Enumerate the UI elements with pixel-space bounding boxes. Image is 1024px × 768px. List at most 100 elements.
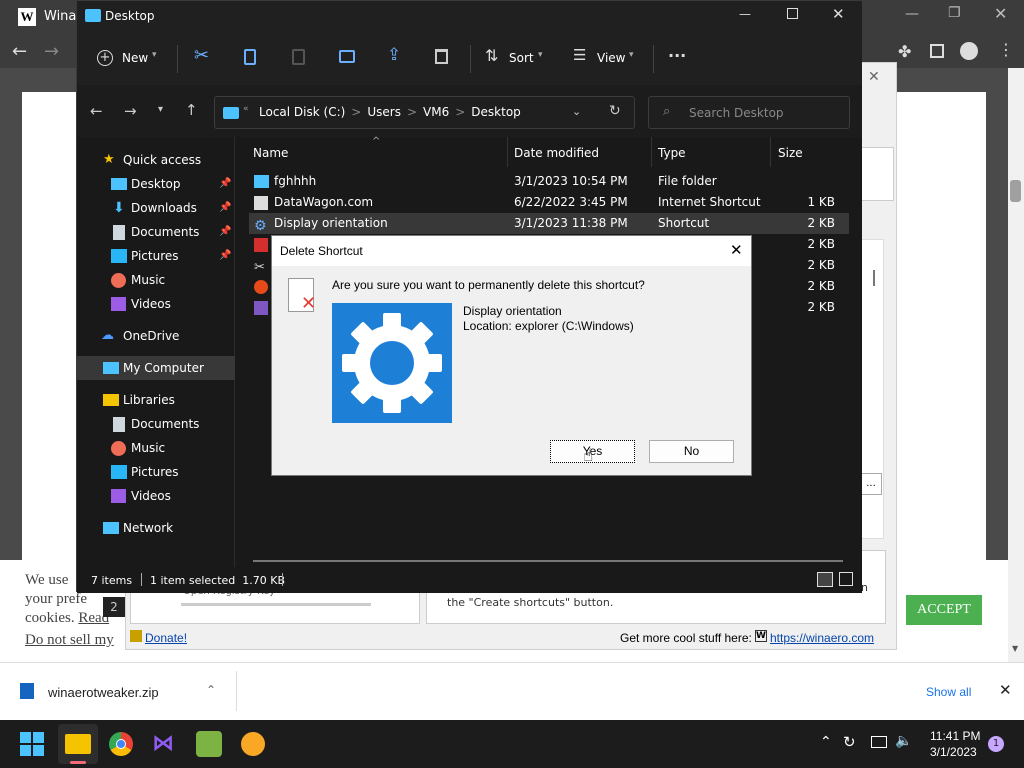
nav-lib-pictures[interactable]: Pictures [77, 460, 235, 484]
donate-link[interactable]: Donate! [145, 631, 187, 645]
no-button[interactable]: No [649, 440, 734, 463]
sidepanel-icon[interactable] [930, 44, 944, 58]
column-divider[interactable] [651, 137, 652, 167]
nav-item-documents[interactable]: Documents 📌 [77, 220, 235, 244]
crumb-vm6[interactable]: VM6 [423, 105, 449, 119]
nav-back-icon[interactable]: ← [90, 102, 103, 120]
display-icon[interactable] [871, 736, 887, 748]
nav-forward-icon[interactable]: → [124, 102, 137, 120]
nav-item-downloads[interactable]: ⬇ Downloads 📌 [77, 196, 235, 220]
do-not-sell-link[interactable]: Do not sell my [25, 632, 114, 649]
tweaker-browse-button[interactable]: ... [860, 473, 882, 495]
search-input[interactable]: Search Desktop [689, 106, 784, 120]
chrome-icon[interactable] [109, 732, 133, 756]
new-button[interactable]: New [122, 51, 148, 65]
nav-lib-music[interactable]: Music [77, 436, 235, 460]
pin-icon[interactable]: 📌 [219, 220, 231, 244]
winaero-link[interactable]: https://winaero.com [770, 631, 874, 645]
nav-lib-documents[interactable]: Documents [77, 412, 235, 436]
nav-my-computer[interactable]: My Computer [77, 356, 235, 380]
details-view-icon[interactable] [817, 572, 833, 587]
sync-icon[interactable]: ↻ [843, 733, 856, 751]
app-icon-2[interactable] [241, 732, 265, 756]
crumb-local-disk[interactable]: Local Disk (C:) [259, 105, 345, 119]
volume-icon[interactable]: 🔈 [895, 733, 912, 749]
column-size[interactable]: Size [778, 146, 803, 160]
tiles-view-icon[interactable] [839, 572, 853, 586]
sort-button[interactable]: Sort [509, 51, 534, 65]
downloads-close-icon[interactable]: ✕ [999, 681, 1012, 699]
column-divider[interactable] [770, 137, 771, 167]
profile-avatar-icon[interactable] [960, 42, 978, 60]
nav-onedrive[interactable]: ☁ OneDrive [77, 324, 235, 348]
horizontal-scrollbar[interactable] [253, 560, 843, 562]
rename-icon[interactable] [339, 50, 355, 63]
pin-icon[interactable]: 📌 [219, 172, 231, 196]
visual-studio-icon[interactable]: ⋈ [152, 732, 176, 756]
search-box[interactable]: ⌕ Search Desktop [648, 96, 850, 129]
dialog-close-icon[interactable]: ✕ [730, 241, 743, 259]
back-arrow-icon[interactable]: ← [12, 41, 27, 62]
cut-icon[interactable]: ✂ [194, 45, 209, 66]
nav-item-music[interactable]: Music [77, 268, 235, 292]
clock-date[interactable]: 3/1/2023 [930, 745, 977, 759]
more-options-icon[interactable]: ··· [668, 46, 686, 65]
nav-network[interactable]: Network [77, 516, 235, 540]
download-filename[interactable]: winaerotweaker.zip [48, 685, 159, 700]
minimize-icon[interactable]: — [739, 7, 751, 21]
app-icon[interactable] [196, 731, 222, 757]
crumb-desktop[interactable]: Desktop [471, 105, 521, 119]
address-bar[interactable]: « Local Disk (C:) > Users > VM6 > Desktop ⌄… [214, 96, 635, 129]
chrome-restore-icon[interactable]: ❐ [948, 5, 961, 21]
file-type: Internet Shortcut [658, 195, 761, 209]
forward-arrow-icon[interactable]: → [44, 41, 59, 62]
maximize-icon[interactable] [787, 8, 798, 19]
nav-libraries[interactable]: Libraries [77, 388, 235, 412]
refresh-icon[interactable]: ↻ [609, 103, 621, 119]
extensions-puzzle-icon[interactable]: ✤ [898, 42, 911, 61]
copy-icon[interactable] [244, 49, 256, 65]
delete-icon[interactable] [435, 49, 448, 64]
nav-item-desktop[interactable]: Desktop 📌 [77, 172, 235, 196]
tweaker-scroll-thumb[interactable] [873, 270, 875, 286]
tweaker-close-icon[interactable]: ✕ [868, 69, 880, 85]
pin-icon[interactable]: 📌 [219, 196, 231, 220]
address-dropdown-icon[interactable]: ⌄ [572, 105, 581, 118]
windows-start-icon[interactable] [20, 732, 44, 756]
share-icon[interactable]: ⇪ [387, 45, 401, 65]
chrome-minimize-icon[interactable]: — [905, 6, 919, 22]
file-row-selected[interactable]: ⚙ Display orientation 3/1/2023 11:38 PM … [249, 213, 849, 234]
notification-badge[interactable]: 1 [988, 736, 1004, 752]
column-date[interactable]: Date modified [514, 146, 599, 160]
show-all-link[interactable]: Show all [926, 685, 971, 699]
column-divider[interactable] [507, 137, 508, 167]
tray-overflow-icon[interactable]: ⌃ [820, 734, 832, 750]
crumb-users[interactable]: Users [367, 105, 401, 119]
chrome-menu-icon[interactable]: ⋮ [998, 40, 1014, 59]
nav-item-pictures[interactable]: Pictures 📌 [77, 244, 235, 268]
nav-lib-videos[interactable]: Videos [77, 484, 235, 508]
tweaker-hscroll[interactable] [181, 603, 371, 606]
chrome-close-icon[interactable]: ✕ [994, 4, 1007, 23]
nav-quick-access[interactable]: ★ Quick access [77, 148, 235, 172]
recent-chevron-icon[interactable]: ▾ [158, 104, 163, 115]
nav-item-videos[interactable]: Videos [77, 292, 235, 316]
column-type[interactable]: Type [658, 146, 686, 160]
scrollbar-thumb[interactable] [1010, 180, 1021, 202]
overflow-chevron[interactable]: « [243, 104, 249, 114]
column-name[interactable]: Name [253, 146, 288, 160]
close-icon[interactable]: ✕ [832, 5, 845, 23]
download-chevron-up-icon[interactable]: ⌃ [206, 683, 216, 697]
page-scrollbar[interactable]: ▼ [1008, 68, 1024, 662]
file-row[interactable]: DataWagon.com 6/22/2022 3:45 PM Internet… [249, 192, 849, 213]
explorer-task-highlight[interactable] [58, 724, 98, 764]
nav-up-icon[interactable]: ↑ [185, 101, 198, 119]
cookie-text-1: We use [25, 572, 69, 588]
accept-button[interactable]: ACCEPT [906, 595, 982, 625]
scroll-down-icon[interactable]: ▼ [1012, 644, 1018, 653]
view-button[interactable]: View [597, 51, 625, 65]
file-row[interactable]: fghhhh 3/1/2023 10:54 PM File folder [249, 171, 849, 192]
pin-icon[interactable]: 📌 [219, 244, 231, 268]
paste-icon[interactable] [292, 49, 305, 65]
clock-time[interactable]: 11:41 PM [930, 729, 980, 743]
